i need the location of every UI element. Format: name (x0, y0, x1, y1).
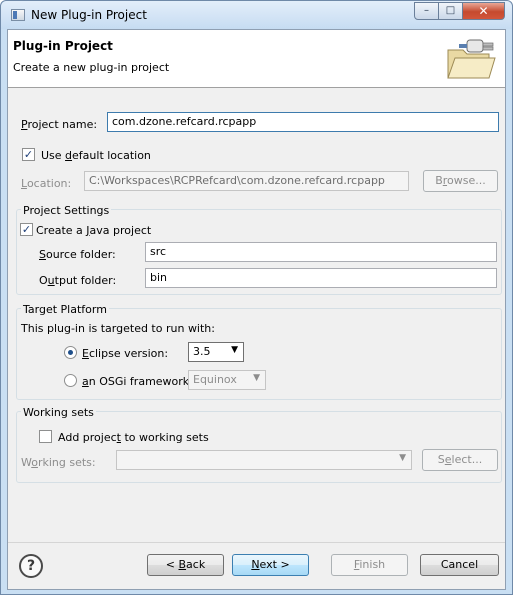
banner-description: Create a new plug-in project (13, 61, 170, 74)
target-platform-description: This plug-in is targeted to run with: (21, 322, 215, 335)
back-button[interactable]: < Back (147, 554, 224, 576)
finish-button[interactable]: Finish (331, 554, 408, 576)
osgi-framework-select[interactable]: Equinox ▼ (188, 370, 266, 390)
minimize-icon: – (424, 5, 429, 16)
source-folder-input[interactable]: src (145, 242, 497, 262)
project-settings-title: Project Settings (21, 204, 112, 217)
select-working-sets-button[interactable]: Select... (422, 449, 498, 471)
maximize-button[interactable]: □ (438, 2, 463, 20)
window-title: New Plug-in Project (31, 8, 147, 22)
eclipse-version-select[interactable]: 3.5 ▼ (188, 342, 244, 362)
osgi-framework-radio[interactable] (64, 374, 77, 387)
project-name-label: Project name: (21, 118, 98, 131)
working-sets-title: Working sets (21, 406, 96, 419)
output-folder-input[interactable]: bin (145, 268, 497, 288)
add-to-working-sets-checkbox[interactable] (39, 430, 52, 443)
output-folder-label: Output folder: (39, 274, 117, 287)
app-icon (11, 9, 25, 21)
wizard-banner: Plug-in Project Create a new plug-in pro… (8, 30, 505, 88)
create-java-project-checkbox[interactable]: ✓ (20, 223, 33, 236)
chevron-down-icon: ▼ (231, 345, 238, 355)
add-to-working-sets-label: Add project to working sets (58, 431, 209, 444)
maximize-icon: □ (445, 5, 456, 16)
footer-separator (8, 542, 505, 543)
wizard-window: New Plug-in Project – □ ✕ Plug-in Projec… (0, 0, 513, 595)
title-bar[interactable]: New Plug-in Project – □ ✕ (1, 1, 512, 29)
cancel-button[interactable]: Cancel (420, 554, 499, 576)
next-button[interactable]: Next > (232, 554, 309, 576)
osgi-framework-label: an OSGi framework: (82, 375, 193, 388)
use-default-location-checkbox[interactable]: ✓ (22, 148, 35, 161)
window-controls: – □ ✕ (414, 2, 505, 20)
location-label: Location: (21, 177, 72, 190)
minimize-button[interactable]: – (414, 2, 439, 20)
working-sets-group (16, 411, 502, 483)
eclipse-version-radio[interactable] (64, 346, 77, 359)
chevron-down-icon: ▼ (253, 373, 260, 383)
location-input[interactable]: C:\Workspaces\RCPRefcard\com.dzone.refca… (84, 171, 409, 191)
folder-plugin-icon (447, 39, 496, 79)
browse-button[interactable]: Browse... (423, 170, 498, 192)
help-button[interactable]: ? (19, 554, 43, 578)
use-default-location-label: Use default location (41, 149, 151, 162)
dialog-content: Plug-in Project Create a new plug-in pro… (7, 29, 506, 590)
project-name-input[interactable]: com.dzone.refcard.rcpapp (107, 112, 499, 132)
source-folder-label: Source folder: (39, 248, 116, 261)
working-sets-select[interactable]: ▼ (116, 450, 412, 470)
target-platform-title: Target Platform (21, 303, 109, 316)
eclipse-version-label: Eclipse version: (82, 347, 169, 360)
banner-title: Plug-in Project (13, 39, 113, 53)
close-button[interactable]: ✕ (462, 2, 505, 20)
close-icon: ✕ (478, 4, 489, 18)
working-sets-label: Working sets: (21, 456, 96, 469)
chevron-down-icon: ▼ (399, 453, 406, 463)
create-java-project-label: Create a Java project (36, 224, 152, 237)
